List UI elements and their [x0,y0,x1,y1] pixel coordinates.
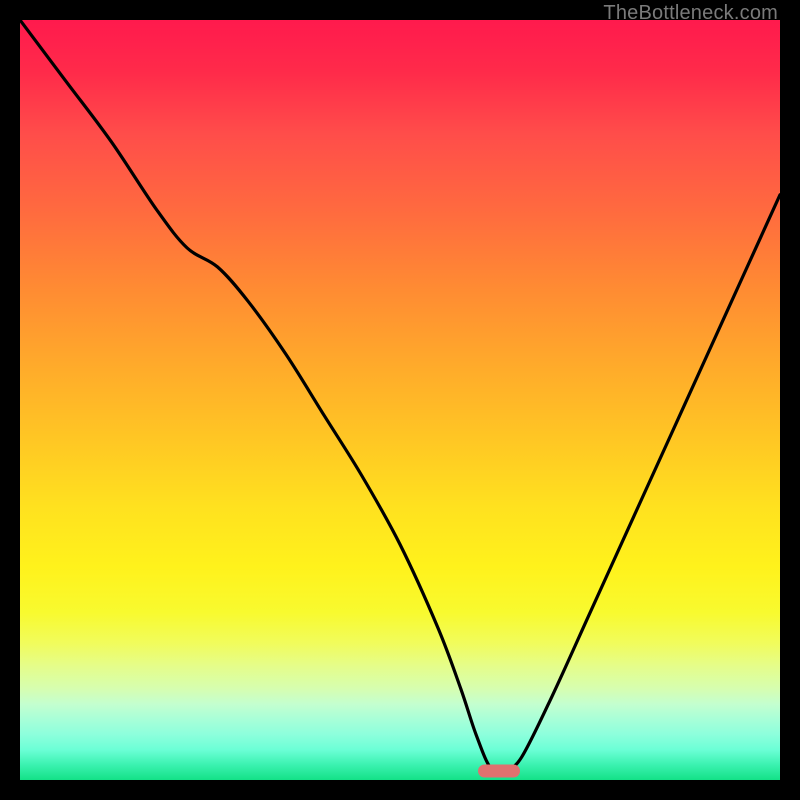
bottleneck-marker [478,764,520,777]
plot-area [20,20,780,780]
chart-frame: TheBottleneck.com [0,0,800,800]
bottleneck-curve-svg [20,20,780,780]
bottleneck-curve [20,20,780,772]
